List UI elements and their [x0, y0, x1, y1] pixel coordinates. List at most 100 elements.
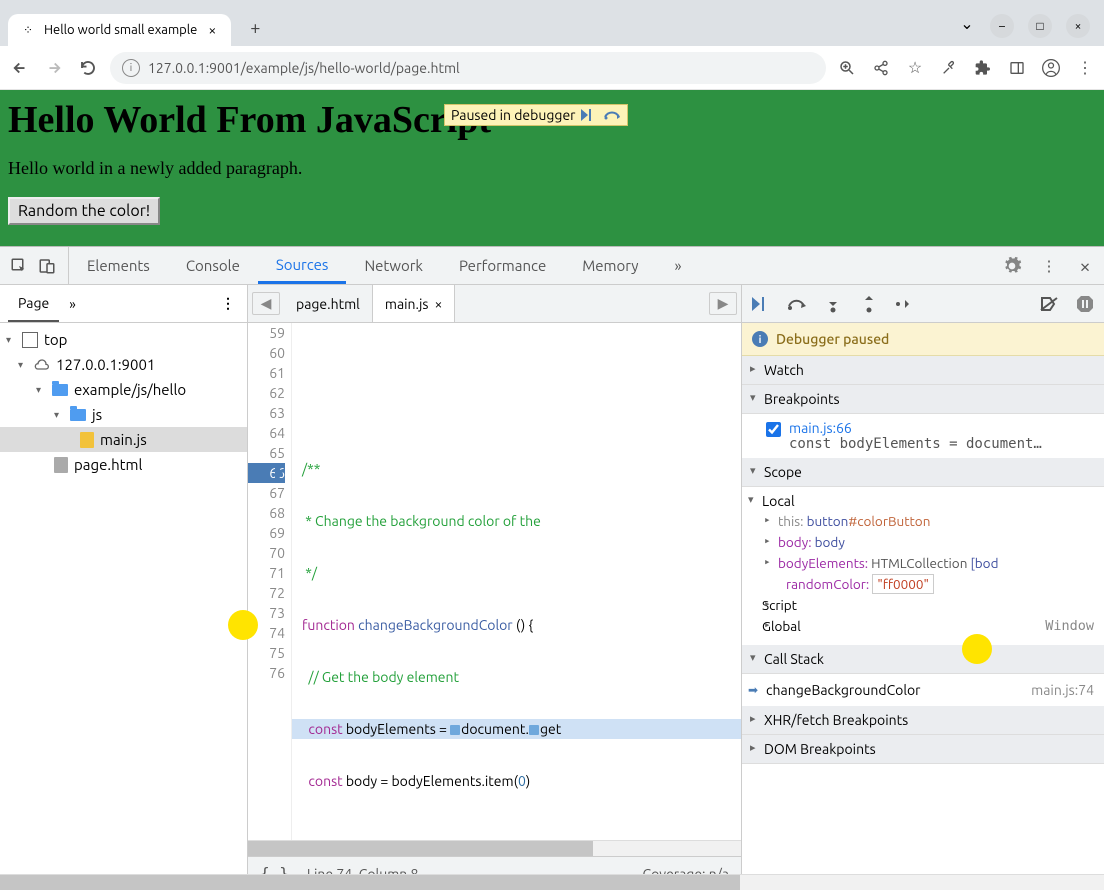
nav-bar: i 127.0.0.1:9001/example/js/hello-world/…	[0, 46, 1104, 90]
scope-local[interactable]: Local	[742, 491, 1104, 511]
zoom-icon[interactable]	[836, 57, 858, 79]
sources-navigator: Page » ⋮ ▾ top ▾ 127.0.0.1:9001 ▾ exampl…	[0, 285, 248, 890]
overlay-resume-icon[interactable]	[581, 109, 597, 121]
tab-network[interactable]: Network	[346, 247, 441, 284]
inspect-element-icon[interactable]	[8, 255, 30, 277]
step-out-icon[interactable]	[858, 293, 880, 315]
breakpoint-item[interactable]: main.js:66 const bodyElements = document…	[742, 414, 1104, 458]
section-scope[interactable]: Scope	[742, 458, 1104, 487]
eyedropper-icon[interactable]	[938, 57, 960, 79]
info-icon: i	[752, 331, 768, 347]
nav-tab-more-icon[interactable]: »	[59, 285, 86, 322]
tree-origin[interactable]: ▾ 127.0.0.1:9001	[0, 352, 247, 377]
code-lines[interactable]: /** * Change the background color of the…	[292, 323, 741, 840]
editor-run-icon[interactable]: ▶	[709, 292, 737, 315]
devtools: Elements Console Sources Network Perform…	[0, 246, 1104, 890]
new-tab-button[interactable]: +	[241, 14, 269, 42]
deactivate-breakpoints-icon[interactable]	[1038, 293, 1060, 315]
page-content: Hello World From JavaScript Hello world …	[0, 90, 1104, 246]
debugger-panel: i Debugger paused Watch Breakpoints main…	[742, 285, 1104, 890]
browser-tab[interactable]: ⁘ Hello world small example ×	[8, 14, 231, 46]
highlight-dot	[228, 610, 258, 640]
code-area[interactable]: 59606162 636465 66 67686970 71727374 757…	[248, 323, 741, 840]
gutter[interactable]: 59606162 636465 66 67686970 71727374 757…	[248, 323, 292, 840]
bookmark-icon[interactable]: ☆	[904, 57, 926, 79]
profile-icon[interactable]	[1040, 57, 1062, 79]
device-toolbar-icon[interactable]	[36, 255, 58, 277]
tab-performance[interactable]: Performance	[441, 247, 564, 284]
reload-button[interactable]	[76, 56, 100, 80]
editor-tab-pagehtml[interactable]: page.html	[284, 285, 372, 322]
tree-top[interactable]: ▾ top	[0, 327, 247, 352]
devtools-tabs: Elements Console Sources Network Perform…	[0, 247, 1104, 285]
tab-memory[interactable]: Memory	[564, 247, 656, 284]
menu-icon[interactable]: ⋮	[1074, 57, 1096, 79]
minimize-button[interactable]: –	[990, 14, 1014, 38]
section-xhr[interactable]: XHR/fetch Breakpoints	[742, 706, 1104, 735]
browser-chrome: ⁘ Hello world small example × + ⌄ – □ × …	[0, 0, 1104, 90]
tree-file-pagehtml[interactable]: page.html	[0, 452, 247, 477]
callstack-frame[interactable]: changeBackgroundColor main.js:74	[742, 674, 1104, 706]
window-controls: ⌄ – □ ×	[958, 14, 1090, 38]
editor-horizontal-scrollbar[interactable]	[248, 840, 741, 856]
random-color-button[interactable]: Random the color!	[8, 197, 160, 225]
settings-icon[interactable]	[1002, 256, 1024, 276]
editor-history-icon[interactable]: ◀	[252, 292, 280, 315]
chevron-down-icon[interactable]: ⌄	[958, 14, 976, 38]
breakpoint-marker[interactable]: 66	[248, 463, 285, 483]
scope-this[interactable]: this: button#colorButton	[742, 511, 1104, 532]
paused-banner: i Debugger paused	[742, 323, 1104, 356]
paused-overlay: Paused in debugger	[444, 104, 628, 126]
maximize-button[interactable]: □	[1028, 14, 1052, 38]
nav-tab-page[interactable]: Page	[8, 285, 59, 322]
devtools-menu-icon[interactable]: ⋮	[1038, 257, 1060, 275]
url-text: 127.0.0.1:9001/example/js/hello-world/pa…	[148, 60, 460, 76]
cloud-icon	[34, 357, 50, 373]
step-icon[interactable]	[894, 293, 916, 315]
breakpoint-checkbox[interactable]	[766, 422, 781, 437]
tab-title: Hello world small example	[44, 23, 197, 37]
step-into-icon[interactable]	[822, 293, 844, 315]
tab-console[interactable]: Console	[168, 247, 258, 284]
tab-elements[interactable]: Elements	[69, 247, 168, 284]
section-dom[interactable]: DOM Breakpoints	[742, 735, 1104, 764]
page-paragraph: Hello world in a newly added paragraph.	[8, 158, 1096, 179]
tab-sources[interactable]: Sources	[258, 247, 347, 284]
site-info-icon[interactable]: i	[122, 59, 140, 77]
editor-tab-close-icon[interactable]: ×	[434, 296, 442, 312]
tab-close-icon[interactable]: ×	[205, 23, 219, 37]
step-over-icon[interactable]	[786, 293, 808, 315]
extensions-icon[interactable]	[972, 57, 994, 79]
window-horizontal-scrollbar[interactable]	[0, 874, 1104, 890]
scope-body[interactable]: body: body	[742, 532, 1104, 553]
tab-bar: ⁘ Hello world small example × + ⌄ – □ ×	[0, 0, 1104, 46]
forward-button[interactable]	[42, 56, 66, 80]
sidepanel-icon[interactable]	[1006, 57, 1028, 79]
tree-file-mainjs[interactable]: main.js	[0, 427, 247, 452]
tab-more-icon[interactable]: »	[657, 247, 700, 284]
overlay-step-icon[interactable]	[603, 109, 621, 121]
editor-tab-mainjs[interactable]: main.js ×	[372, 285, 456, 322]
folder-icon	[52, 384, 68, 396]
html-file-icon	[54, 457, 68, 473]
resume-icon[interactable]	[750, 293, 772, 315]
section-breakpoints[interactable]: Breakpoints	[742, 385, 1104, 414]
tree-folder-js[interactable]: ▾ js	[0, 402, 247, 427]
back-button[interactable]	[8, 56, 32, 80]
toolbar-icons: ☆ ⋮	[836, 57, 1096, 79]
scope-global[interactable]: Global Window	[742, 616, 1104, 637]
section-watch[interactable]: Watch	[742, 356, 1104, 385]
scope-bodyelements[interactable]: bodyElements: HTMLCollection [bod	[742, 553, 1104, 574]
close-window-button[interactable]: ×	[1066, 14, 1090, 38]
scope-script[interactable]: Script	[742, 595, 1104, 616]
nav-more-icon[interactable]: ⋮	[217, 295, 239, 312]
sources-nav-tabs: Page » ⋮	[0, 285, 247, 323]
share-icon[interactable]	[870, 57, 892, 79]
scope-randomcolor[interactable]: randomColor: "ff0000"	[742, 574, 1104, 595]
section-callstack[interactable]: Call Stack	[742, 645, 1104, 674]
tree-folder-example[interactable]: ▾ example/js/hello	[0, 377, 247, 402]
pause-exceptions-icon[interactable]	[1074, 293, 1096, 315]
js-file-icon	[80, 432, 94, 448]
address-bar[interactable]: i 127.0.0.1:9001/example/js/hello-world/…	[110, 52, 826, 84]
devtools-close-icon[interactable]: ×	[1074, 254, 1096, 277]
